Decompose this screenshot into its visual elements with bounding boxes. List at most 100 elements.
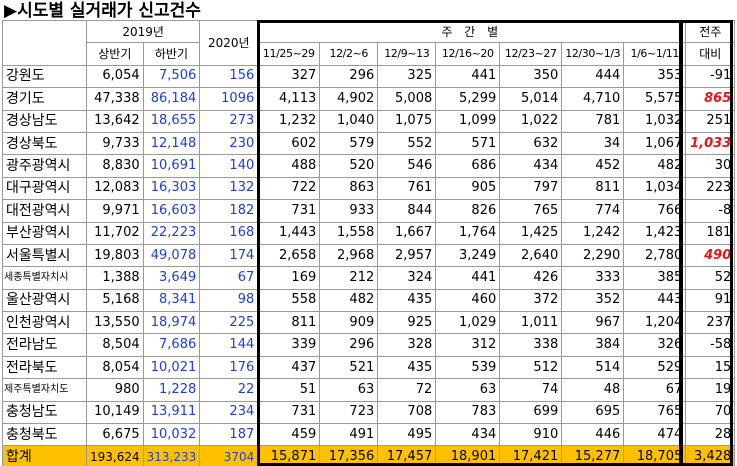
- table-row: 부산광역시 11,702 22,223 168 1,443 1,558 1,667 1,764…: [2, 221, 736, 245]
- total-prev-week-diff: 3,428: [685, 445, 736, 466]
- first-half-value: 47,338: [86, 87, 144, 111]
- second-half-value: 10,691: [142, 154, 201, 178]
- prev-week-header-1: 전주: [685, 19, 736, 44]
- region-name: 서울특별시: [2, 243, 87, 268]
- region-name: 인천광역시: [2, 311, 87, 335]
- weekly-value: 2,658: [257, 243, 321, 268]
- total-weekly-value: 15,277: [561, 445, 625, 466]
- weekly-value: 602: [257, 131, 321, 156]
- second-half-value: 13,911: [142, 400, 201, 425]
- prev-week-diff: -91: [685, 64, 736, 89]
- first-half-value: 9,971: [86, 199, 144, 223]
- weekly-header: 주 간 별: [257, 19, 687, 44]
- weekly-value: 353: [623, 64, 687, 89]
- total-weekly-value: 17,356: [319, 445, 379, 466]
- total-row: 합계 193,624 313,233 3704 15,871 17,356 17,457 18…: [2, 445, 736, 466]
- year-2020-value: 234: [199, 400, 259, 425]
- weekly-value: 811: [257, 311, 321, 335]
- total-weekly-value: 18,901: [435, 445, 501, 466]
- weekly-value: 905: [435, 176, 501, 201]
- year-2020-value: 1096: [199, 87, 259, 111]
- year-2019-header: 2019년: [85, 19, 201, 44]
- prev-week-diff: 251: [685, 109, 736, 133]
- weekly-value: 765: [623, 400, 687, 425]
- second-half-value: 86,184: [142, 87, 201, 111]
- total-weekly-value: 17,457: [377, 445, 437, 466]
- weekly-value: 2,968: [319, 243, 379, 268]
- year-2020-value: 22: [199, 378, 259, 402]
- region-name: 충청북도: [2, 423, 87, 447]
- second-half-value: 16,603: [142, 199, 201, 223]
- weekly-value: 909: [319, 311, 379, 335]
- weekly-value: 34: [561, 131, 625, 156]
- transaction-table: 2019년 2020년 주 간 별 전주 상반기 하반기 11/25~29 12…: [2, 19, 736, 466]
- table-row: 대전광역시 9,971 16,603 182 731 933 844 826 765 774 766…: [2, 199, 736, 223]
- weekly-value: 459: [257, 423, 321, 447]
- first-half-value: 8,054: [86, 355, 144, 380]
- weekly-value: 444: [561, 64, 625, 89]
- weekly-value: 48: [561, 378, 625, 402]
- weekly-value: 632: [499, 131, 563, 156]
- year-2020-value: 144: [199, 333, 259, 357]
- weekly-value: 1,099: [435, 109, 501, 133]
- weekly-value: 933: [319, 199, 379, 223]
- weekly-value: 2,290: [561, 243, 625, 268]
- table-row: 대구광역시 12,083 16,303 132 722 863 761 905 797 811 1,…: [2, 176, 736, 201]
- weekly-value: 1,032: [623, 109, 687, 133]
- region-name: 제주특별자치도: [2, 378, 87, 402]
- year-2020-value: 273: [199, 109, 259, 133]
- prev-week-diff: 19: [685, 378, 736, 402]
- weekly-value: 495: [377, 423, 437, 447]
- weekly-value: 699: [499, 400, 563, 425]
- second-half-value: 22,223: [142, 221, 201, 245]
- region-name: 대전광역시: [2, 199, 87, 223]
- table-row: 제주특별자치도 980 1,228 22 51 63 72 63 74 48 67 19: [2, 378, 736, 402]
- region-name: 전라북도: [2, 355, 87, 380]
- prev-week-diff: 1,033: [685, 131, 736, 156]
- weekly-value: 434: [499, 154, 563, 178]
- weekly-value: 722: [257, 176, 321, 201]
- weekly-value: 1,034: [623, 176, 687, 201]
- weekly-value: 1,040: [319, 109, 379, 133]
- prev-week-diff: 91: [685, 288, 736, 313]
- prev-week-diff: 237: [685, 311, 736, 335]
- weekly-value: 63: [435, 378, 501, 402]
- year-2020-value: 182: [199, 199, 259, 223]
- weekly-value: 1,232: [257, 109, 321, 133]
- weekly-value: 169: [257, 266, 321, 290]
- weekly-value: 844: [377, 199, 437, 223]
- region-name: 충청남도: [2, 400, 87, 425]
- second-half-value: 3,649: [142, 266, 201, 290]
- weekly-value: 546: [377, 154, 437, 178]
- weekly-value: 482: [319, 288, 379, 313]
- prev-week-diff: 865: [685, 87, 736, 111]
- total-weekly-value: 17,421: [499, 445, 563, 466]
- weekly-value: 558: [257, 288, 321, 313]
- weekly-value: 2,780: [623, 243, 687, 268]
- weekly-value: 328: [377, 333, 437, 357]
- weekly-value: 437: [257, 355, 321, 380]
- year-2020-value: 187: [199, 423, 259, 447]
- weekly-value: 1,425: [499, 221, 563, 245]
- weekly-value: 435: [377, 288, 437, 313]
- first-half-value: 5,168: [86, 288, 144, 313]
- first-half-value: 13,642: [86, 109, 144, 133]
- year-2020-value: 225: [199, 311, 259, 335]
- weekly-value: 339: [257, 333, 321, 357]
- weekly-value: 3,249: [435, 243, 501, 268]
- weekly-value: 312: [435, 333, 501, 357]
- weekly-value: 441: [435, 266, 501, 290]
- weekly-value: 774: [561, 199, 625, 223]
- weekly-value: 1,558: [319, 221, 379, 245]
- first-half-header: 상반기: [86, 42, 144, 66]
- week-header: 12/23~27: [499, 42, 563, 66]
- table-row: 경기도 47,338 86,184 1096 4,113 4,902 5,008 5,299 5…: [2, 87, 736, 111]
- weekly-value: 212: [319, 266, 379, 290]
- weekly-value: 811: [561, 176, 625, 201]
- weekly-value: 723: [319, 400, 379, 425]
- first-half-value: 13,550: [86, 311, 144, 335]
- total-weekly-value: 15,871: [257, 445, 321, 466]
- weekly-value: 5,299: [435, 87, 501, 111]
- table-row: 강원도 6,054 7,506 156 327 296 325 441 350 444 353 -91: [2, 64, 736, 89]
- weekly-value: 51: [257, 378, 321, 402]
